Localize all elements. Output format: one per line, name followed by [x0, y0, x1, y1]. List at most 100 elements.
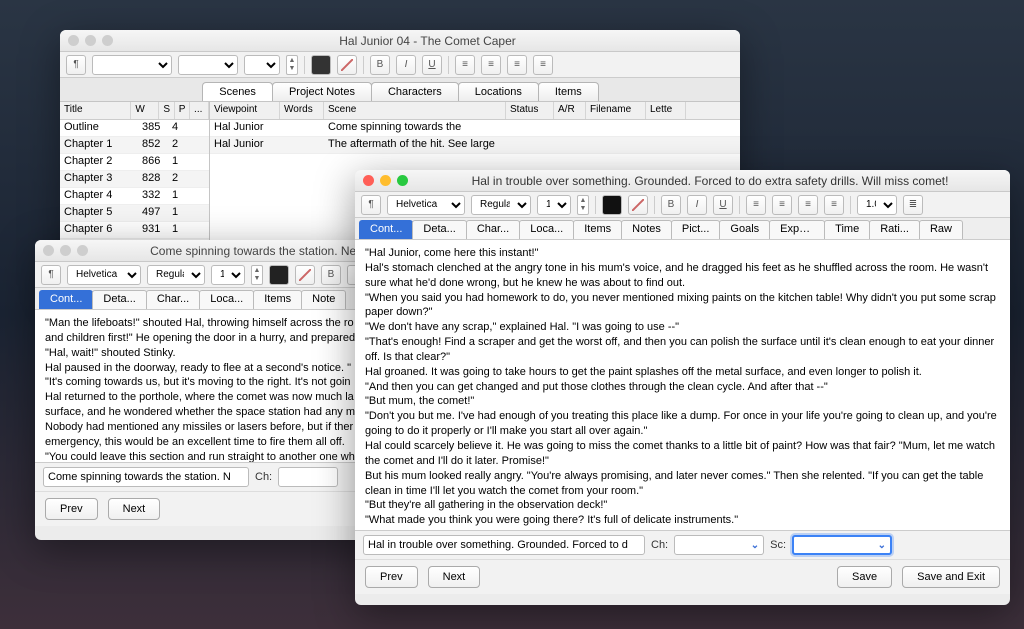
close-icon[interactable] — [363, 175, 374, 186]
scene-row[interactable]: Hal JuniorThe aftermath of the hit. See … — [210, 137, 740, 154]
color-swatch[interactable] — [269, 265, 289, 285]
editor-tab[interactable]: Time — [824, 220, 870, 239]
font-select[interactable]: Helvetica — [387, 195, 465, 215]
minimize-icon[interactable] — [60, 245, 71, 256]
bold-button[interactable]: B — [661, 195, 681, 215]
ch-field[interactable] — [278, 467, 338, 487]
prev-button[interactable]: Prev — [365, 566, 418, 588]
column-header[interactable]: W — [131, 102, 159, 119]
main-tab-characters[interactable]: Characters — [371, 82, 459, 101]
size-select[interactable] — [244, 55, 280, 75]
editor-tab[interactable]: Cont... — [359, 220, 413, 239]
chapter-row[interactable]: Chapter 43321 — [60, 188, 209, 205]
sc-combo[interactable] — [792, 535, 892, 555]
editor-tab[interactable]: Loca... — [199, 290, 254, 309]
column-header[interactable]: A/R — [554, 102, 586, 119]
font-select[interactable] — [92, 55, 172, 75]
bold-button[interactable]: B — [370, 55, 390, 75]
editor-tab[interactable]: Notes — [621, 220, 672, 239]
scene-row[interactable]: Hal JuniorCome spinning towards the — [210, 120, 740, 137]
chapter-row[interactable]: Chapter 54971 — [60, 205, 209, 222]
ch-combo[interactable] — [674, 535, 764, 555]
pilcrow-icon[interactable]: ¶ — [41, 265, 61, 285]
align-left-icon[interactable]: ≡ — [455, 55, 475, 75]
chapter-row[interactable]: Chapter 38282 — [60, 171, 209, 188]
zoom-icon[interactable] — [77, 245, 88, 256]
font-select[interactable]: Helvetica — [67, 265, 141, 285]
editor-tab[interactable]: Expo... — [769, 220, 825, 239]
main-tab-items[interactable]: Items — [538, 82, 599, 101]
editor-tab[interactable]: Loca... — [519, 220, 574, 239]
editor-tab[interactable]: Goals — [719, 220, 770, 239]
main-tab-scenes[interactable]: Scenes — [202, 82, 273, 101]
chapter-row[interactable]: Chapter 28661 — [60, 154, 209, 171]
close-icon[interactable] — [43, 245, 54, 256]
save-button[interactable]: Save — [837, 566, 892, 588]
size-stepper[interactable]: ▲▼ — [577, 195, 589, 215]
weight-select[interactable]: Regular — [471, 195, 531, 215]
size-select[interactable]: 12 — [211, 265, 245, 285]
size-select[interactable]: 12 — [537, 195, 571, 215]
editor-content[interactable]: "Hal Junior, come here this instant!"Hal… — [355, 240, 1010, 530]
column-header[interactable]: Viewpoint — [210, 102, 280, 119]
size-stepper[interactable]: ▲▼ — [286, 55, 298, 75]
column-header[interactable]: Title — [60, 102, 131, 119]
underline-button[interactable]: U — [422, 55, 442, 75]
column-header[interactable]: ... — [190, 102, 209, 119]
editor-tab[interactable]: Rati... — [869, 220, 920, 239]
bold-button[interactable]: B — [321, 265, 341, 285]
column-header[interactable]: P — [175, 102, 190, 119]
strike-icon[interactable] — [295, 265, 315, 285]
save-exit-button[interactable]: Save and Exit — [902, 566, 1000, 588]
weight-select[interactable] — [178, 55, 238, 75]
zoom-icon[interactable] — [397, 175, 408, 186]
chapter-row[interactable]: Chapter 18522 — [60, 137, 209, 154]
chapter-row[interactable]: Chapter 69311 — [60, 222, 209, 239]
strike-icon[interactable] — [628, 195, 648, 215]
align-right-icon[interactable]: ≡ — [798, 195, 818, 215]
scene-title-field[interactable] — [363, 535, 645, 555]
scene-title-field[interactable] — [43, 467, 249, 487]
main-tab-project-notes[interactable]: Project Notes — [272, 82, 372, 101]
toolbar-button[interactable]: ¶ — [66, 55, 86, 75]
zoom-icon[interactable] — [102, 35, 113, 46]
pilcrow-icon[interactable]: ¶ — [361, 195, 381, 215]
column-header[interactable]: S — [159, 102, 174, 119]
strike-icon[interactable] — [337, 55, 357, 75]
editor-tab[interactable]: Note — [301, 290, 346, 309]
size-stepper[interactable]: ▲▼ — [251, 265, 263, 285]
close-icon[interactable] — [68, 35, 79, 46]
editor-tab[interactable]: Char... — [146, 290, 200, 309]
align-center-icon[interactable]: ≡ — [481, 55, 501, 75]
editor-tab[interactable]: Char... — [466, 220, 520, 239]
column-header[interactable]: Lette — [646, 102, 686, 119]
main-tab-locations[interactable]: Locations — [458, 82, 539, 101]
editor-tab[interactable]: Deta... — [92, 290, 146, 309]
align-center-icon[interactable]: ≡ — [772, 195, 792, 215]
next-button[interactable]: Next — [108, 498, 161, 520]
editor-tab[interactable]: Items — [573, 220, 622, 239]
column-header[interactable]: Words — [280, 102, 324, 119]
editor-tab[interactable]: Pict... — [671, 220, 721, 239]
color-swatch[interactable] — [602, 195, 622, 215]
column-header[interactable]: Status — [506, 102, 554, 119]
editor-tab[interactable]: Raw — [919, 220, 963, 239]
minimize-icon[interactable] — [380, 175, 391, 186]
spacing-select[interactable]: 1.0 — [857, 195, 897, 215]
color-swatch[interactable] — [311, 55, 331, 75]
align-right-icon[interactable]: ≡ — [507, 55, 527, 75]
align-justify-icon[interactable]: ≡ — [533, 55, 553, 75]
list-icon[interactable]: ≣ — [903, 195, 923, 215]
chapter-row[interactable]: Outline3854 — [60, 120, 209, 137]
prev-button[interactable]: Prev — [45, 498, 98, 520]
minimize-icon[interactable] — [85, 35, 96, 46]
align-justify-icon[interactable]: ≡ — [824, 195, 844, 215]
editor-tab[interactable]: Deta... — [412, 220, 466, 239]
editor-tab[interactable]: Cont... — [39, 290, 93, 309]
italic-button[interactable]: I — [396, 55, 416, 75]
column-header[interactable]: Filename — [586, 102, 646, 119]
column-header[interactable]: Scene — [324, 102, 506, 119]
next-button[interactable]: Next — [428, 566, 481, 588]
weight-select[interactable]: Regular — [147, 265, 205, 285]
align-left-icon[interactable]: ≡ — [746, 195, 766, 215]
